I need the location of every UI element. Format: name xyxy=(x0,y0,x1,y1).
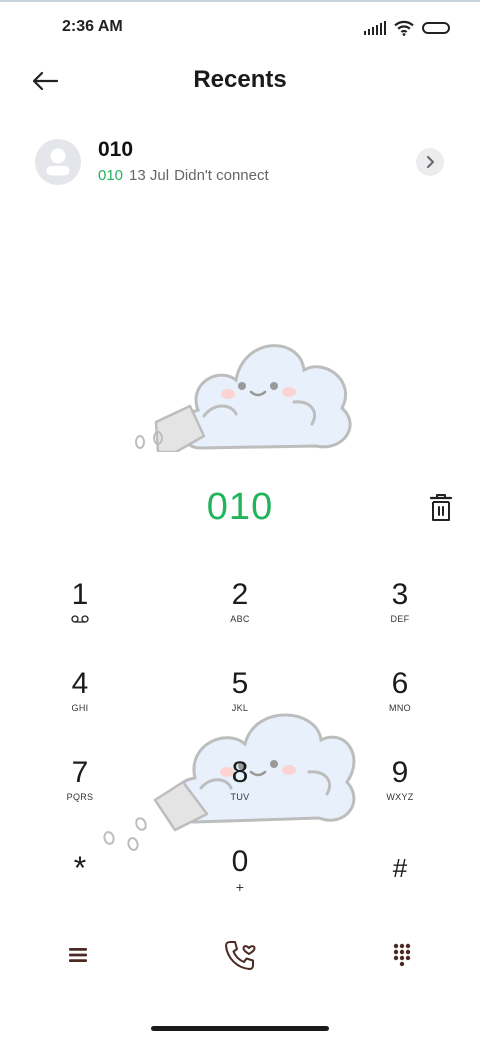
key-digit: 8 xyxy=(231,756,249,789)
contact-name: 010 xyxy=(98,138,134,161)
key-letters: ABC xyxy=(230,614,250,624)
call-status: Didn't connect xyxy=(174,167,269,184)
key-3[interactable]: 3 DEF xyxy=(340,578,460,658)
hamburger-menu-icon xyxy=(69,948,87,962)
key-hash[interactable]: # xyxy=(340,848,460,928)
key-digit: 6 xyxy=(391,667,409,700)
chevron-right-icon xyxy=(427,156,434,168)
key-digit: 3 xyxy=(391,578,409,611)
key-letters: GHI xyxy=(71,703,89,713)
key-6[interactable]: 6 MNO xyxy=(340,667,460,747)
key-digit: * xyxy=(73,850,87,886)
cloud-illustration xyxy=(135,344,352,452)
key-digit: 4 xyxy=(71,667,89,700)
key-digit: # xyxy=(392,853,408,883)
key-1[interactable]: 1 xyxy=(20,578,140,658)
key-digit: 7 xyxy=(71,756,89,789)
avatar[interactable] xyxy=(35,139,81,185)
key-9[interactable]: 9 WXYZ xyxy=(340,756,460,836)
person-icon xyxy=(46,148,70,176)
key-0[interactable]: 0 + xyxy=(180,845,300,925)
call-button[interactable] xyxy=(216,931,264,979)
delete-button[interactable] xyxy=(424,490,458,526)
call-date: 13 Jul xyxy=(129,167,170,184)
signal-icon xyxy=(363,21,386,35)
key-2[interactable]: 2 ABC xyxy=(180,578,300,658)
key-digit: 0 xyxy=(231,845,249,878)
key-letters: PQRS xyxy=(66,792,94,802)
keypad-grid-icon xyxy=(393,943,411,967)
home-indicator[interactable] xyxy=(151,1026,329,1031)
status-icons xyxy=(363,18,450,38)
dialed-number: 010 xyxy=(206,486,274,528)
page-title: Recents xyxy=(193,66,287,93)
trash-icon xyxy=(429,494,453,521)
key-digit: 9 xyxy=(391,756,409,789)
key-letters: WXYZ xyxy=(386,792,414,802)
wifi-icon xyxy=(394,20,414,36)
key-digit: 2 xyxy=(231,578,249,611)
key-digit: 1 xyxy=(71,578,89,611)
keypad-toggle-button[interactable] xyxy=(378,931,426,979)
key-7[interactable]: 7 PQRS xyxy=(20,756,140,836)
key-5[interactable]: 5 JKL xyxy=(180,667,300,747)
key-star[interactable]: * xyxy=(20,848,140,928)
voicemail-icon xyxy=(71,615,89,623)
call-detail-button[interactable] xyxy=(416,148,444,176)
call-number: 010 xyxy=(98,167,124,184)
menu-button[interactable] xyxy=(54,931,102,979)
key-digit: 5 xyxy=(231,667,249,700)
battery-icon xyxy=(422,22,450,34)
key-letters: + xyxy=(235,879,245,895)
key-letters: JKL xyxy=(231,703,249,713)
key-4[interactable]: 4 GHI xyxy=(20,667,140,747)
key-8[interactable]: 8 TUV xyxy=(180,756,300,836)
phone-heart-icon xyxy=(225,941,256,970)
call-details: 010 13 Jul Didn't connect xyxy=(98,167,269,184)
key-letters: DEF xyxy=(390,614,410,624)
recent-call-row[interactable]: 010 010 13 Jul Didn't connect xyxy=(24,128,456,196)
key-letters: MNO xyxy=(389,703,411,713)
key-letters: TUV xyxy=(230,792,250,802)
top-border xyxy=(0,0,480,2)
status-time: 2:36 AM xyxy=(62,18,123,35)
